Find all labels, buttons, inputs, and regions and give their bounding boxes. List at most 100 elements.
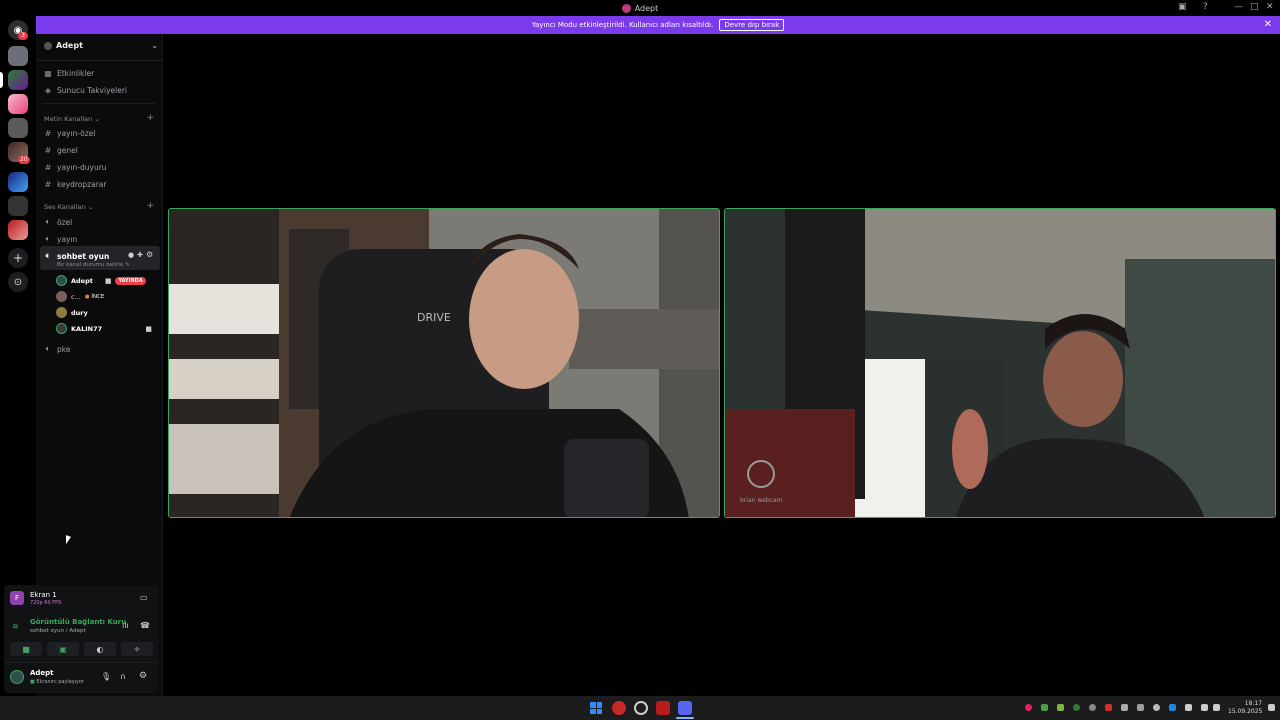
hash-icon: # <box>44 129 52 138</box>
text-channel[interactable]: # keydropzarar <box>44 180 107 189</box>
tray-icon[interactable] <box>1153 704 1160 711</box>
discord-icon[interactable] <box>678 701 692 715</box>
browser-icon[interactable] <box>612 701 626 715</box>
taskbar: 18:17 15.09.2025 <box>0 696 1280 720</box>
title-bar: Adept ▣ ? — □ ✕ <box>0 0 1280 16</box>
avatar <box>56 323 67 334</box>
tray-icon[interactable] <box>1185 704 1192 711</box>
camera-icon: ■ <box>145 324 152 333</box>
gear-icon[interactable]: ⚙ <box>146 250 153 259</box>
notification-icon[interactable] <box>1268 704 1275 711</box>
add-channel-icon[interactable]: + <box>146 201 154 211</box>
webcam-feed: brian webcam <box>725 209 1275 517</box>
tray-icon[interactable] <box>1089 704 1096 711</box>
hash-icon: # <box>44 163 52 172</box>
video-tile[interactable]: DRIVE <box>168 208 720 518</box>
server-header[interactable]: Adept ⌄ <box>44 41 158 50</box>
selected-server-indicator <box>0 72 3 88</box>
voice-category[interactable]: Ses Kanalları ⌄ <box>44 203 93 211</box>
tray-icon[interactable] <box>1105 704 1112 711</box>
screen-title: Ekran 1 <box>30 591 57 599</box>
connection-sub[interactable]: sohbet oyun / Adept <box>30 628 86 634</box>
server-icon[interactable] <box>8 118 28 138</box>
tray-icon[interactable] <box>1025 704 1032 711</box>
voice-channel[interactable]: 🔈︎ özel <box>44 217 73 227</box>
speaker-icon: 🔈︎ <box>45 344 51 353</box>
hash-icon: # <box>44 180 52 189</box>
app-icon[interactable] <box>656 701 670 715</box>
app-icon[interactable] <box>634 701 648 715</box>
user-panel: F Ekran 1 720p 60 FPS ▭ ≋ Görüntülü Bağl… <box>4 585 159 693</box>
channel-topic[interactable]: Bir kanal durumu belirle ✎ <box>57 262 130 268</box>
voice-user[interactable]: KALIN77 ■ <box>56 323 152 334</box>
voice-user[interactable]: dury <box>56 307 88 318</box>
explore-icon[interactable]: ⊙ <box>8 272 28 292</box>
nav-server-boosts[interactable]: ◈ Sunucu Takviyeleri <box>44 86 127 95</box>
status-badge: ● İNCE <box>84 293 105 300</box>
screen-quality: 720p 60 FPS <box>30 600 62 606</box>
soundboard-button[interactable]: ✧ <box>121 642 153 656</box>
tray-icon[interactable] <box>1121 704 1128 711</box>
tray-icon[interactable] <box>1073 704 1080 711</box>
voice-channel[interactable]: 🔈︎ pke <box>44 344 71 354</box>
disconnect-icon[interactable]: ☎ <box>140 621 150 630</box>
network-icon[interactable] <box>1201 704 1208 711</box>
noise-suppression-icon[interactable]: ılı <box>122 621 129 630</box>
minimize-button[interactable]: — <box>1234 2 1243 12</box>
video-tile[interactable]: brian webcam <box>724 208 1276 518</box>
maximize-button[interactable]: □ <box>1250 2 1259 12</box>
boost-icon: ◈ <box>44 86 52 95</box>
avatar <box>56 291 67 302</box>
user-name[interactable]: Adept <box>30 669 54 677</box>
stop-stream-icon[interactable]: ▭ <box>140 593 148 602</box>
close-icon[interactable]: ✕ <box>1264 19 1272 30</box>
server-icon[interactable] <box>8 94 28 114</box>
help-icon[interactable]: ? <box>1203 2 1208 12</box>
mouse-cursor-icon <box>66 535 71 546</box>
banner-text: Yayıncı Modu etkinleştirildi. Kullanıcı … <box>531 21 714 29</box>
inbox-icon[interactable]: ▣ <box>1178 2 1187 12</box>
tray-icon[interactable] <box>1041 704 1048 711</box>
clock[interactable]: 18:17 15.09.2025 <box>1228 700 1262 716</box>
server-icon[interactable] <box>8 46 28 66</box>
volume-icon[interactable] <box>1213 704 1220 711</box>
text-channel[interactable]: # genel <box>44 146 78 155</box>
gear-icon[interactable]: ⚙ <box>139 671 147 681</box>
add-channel-icon[interactable]: + <box>146 113 154 123</box>
tray-icon[interactable] <box>1057 704 1064 711</box>
chair-brand-text: DRIVE <box>417 311 451 324</box>
connection-title[interactable]: Görüntülü Bağlantı Kuru <box>30 618 126 626</box>
close-window-button[interactable]: ✕ <box>1266 2 1274 12</box>
connection-signal-icon: ≋ <box>12 622 19 631</box>
avatar[interactable] <box>10 670 24 684</box>
camera-button[interactable]: ■ <box>10 642 42 656</box>
text-channel[interactable]: # yayın-özel <box>44 129 96 138</box>
nav-events[interactable]: ▦ Etkinlikler <box>44 69 94 78</box>
server-icon[interactable] <box>8 196 28 216</box>
avatar <box>56 307 67 318</box>
screen-share-button[interactable]: ▣ <box>47 642 79 656</box>
voice-user[interactable]: Adept ■ YAYINDA <box>56 275 146 286</box>
text-category[interactable]: Metin Kanalları ⌄ <box>44 115 100 123</box>
add-user-icon[interactable]: ✚ <box>137 251 143 259</box>
avatar <box>56 275 67 286</box>
voice-channel[interactable]: 🔈︎ yayın <box>44 234 78 244</box>
start-button-icon[interactable] <box>589 701 603 715</box>
app-logo-icon <box>621 3 631 13</box>
add-server-icon[interactable]: + <box>8 248 28 268</box>
chat-icon[interactable]: ● <box>128 251 134 259</box>
voice-user[interactable]: c... ● İNCE <box>56 291 104 302</box>
text-channel[interactable]: # yayın-duyuru <box>44 163 107 172</box>
server-icon[interactable] <box>8 172 28 192</box>
server-icon[interactable] <box>8 220 28 240</box>
unread-badge: 20 <box>18 156 30 164</box>
activity-button[interactable]: ◐ <box>84 642 116 656</box>
tray-icon[interactable] <box>1137 704 1144 711</box>
unread-badge: 3 <box>18 32 28 40</box>
active-voice-channel-name[interactable]: 🔈︎ sohbet oyun <box>44 251 110 261</box>
headphones-icon[interactable]: ∩ <box>120 672 126 681</box>
server-icon[interactable] <box>8 70 28 90</box>
microphone-icon[interactable]: 🎙︎ <box>101 672 111 681</box>
disable-streamer-mode-button[interactable]: Devre dışı bırak <box>719 19 785 31</box>
bluetooth-icon[interactable] <box>1169 704 1176 711</box>
